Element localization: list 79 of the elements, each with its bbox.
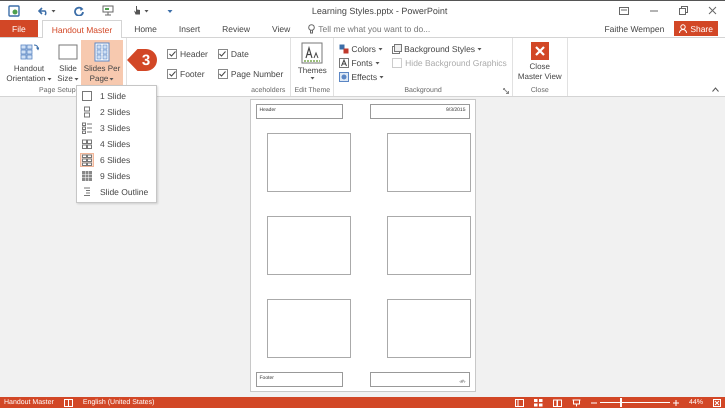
menu-item[interactable]: 4 Slides: [77, 136, 156, 152]
menu-item[interactable]: 3 Slides: [77, 120, 156, 136]
ribbon-tab[interactable]: View: [262, 20, 300, 37]
checkbox-option[interactable]: Page Number: [218, 64, 284, 84]
caret-icon: [74, 76, 79, 81]
colors-icon: [339, 44, 350, 54]
themes-icon: [301, 42, 324, 64]
caret-icon: [378, 47, 383, 51]
checkbox[interactable]: [167, 49, 177, 59]
caret-icon: [310, 76, 315, 80]
customize-icon[interactable]: [167, 8, 173, 14]
ribbon-button[interactable]: Slide Size: [55, 40, 81, 86]
close-master-view-button[interactable]: Close Master View: [516, 40, 564, 86]
ribbon-menu-button[interactable]: Colors: [339, 42, 384, 56]
slides-grid-icon: [94, 42, 110, 62]
lightbulb-icon: [308, 24, 316, 34]
redo-icon[interactable]: [74, 6, 84, 16]
presentation-icon[interactable]: [102, 5, 114, 16]
notes-icon[interactable]: [64, 398, 73, 406]
effects-icon: [339, 72, 350, 82]
collapse-ribbon-icon[interactable]: [712, 87, 719, 92]
ribbon-menu-button[interactable]: Background Styles: [392, 42, 507, 56]
touch-icon[interactable]: [132, 5, 142, 16]
check-icon: [168, 51, 176, 57]
close-icon[interactable]: [708, 6, 717, 15]
ribbon-button[interactable]: Slides Per Page: [81, 40, 123, 86]
checkbox[interactable]: [167, 69, 177, 79]
caret-icon: [477, 47, 482, 51]
zoom-in-icon[interactable]: [672, 400, 679, 406]
fit-slide-icon[interactable]: [713, 398, 721, 406]
ribbon-tab[interactable]: Insert: [168, 20, 210, 37]
menu-item[interactable]: Slide Outline: [77, 184, 156, 200]
normal-view-icon[interactable]: [514, 398, 524, 406]
caret-icon: [109, 76, 114, 81]
caret-icon: [46, 76, 52, 81]
check-icon: [219, 71, 226, 77]
caret-icon: [379, 75, 384, 79]
background-styles-icon: [392, 44, 402, 54]
menu-item[interactable]: 6 Slides: [77, 152, 156, 168]
ribbon-tab[interactable]: Home: [124, 20, 167, 37]
touch-caret-icon: [144, 8, 149, 12]
checkbox-option[interactable]: Date: [218, 44, 284, 64]
person-icon: [679, 24, 688, 33]
ribbon-display-icon[interactable]: [619, 6, 629, 14]
ribbon-menu-button[interactable]: Fonts: [339, 56, 384, 70]
restore-icon[interactable]: [679, 6, 688, 15]
menu-item[interactable]: 2 Slides: [77, 104, 156, 120]
slide-size-icon: [58, 42, 78, 62]
tell-me-field[interactable]: Tell me what you want to do...: [318, 24, 430, 34]
close-x-icon: [530, 42, 549, 60]
user-name[interactable]: Faithe Wempen: [604, 20, 664, 37]
slide-sorter-icon[interactable]: [534, 398, 543, 406]
window-title: Learning Styles.pptx - PowerPoint: [312, 6, 448, 16]
file-tab[interactable]: File: [0, 20, 38, 37]
font-icon: [339, 58, 350, 68]
ribbon-button[interactable]: Themes: [294, 40, 330, 86]
menu-item[interactable]: 9 Slides: [77, 168, 156, 184]
undo-caret-icon: [51, 8, 56, 12]
checkbox-option[interactable]: Header: [167, 44, 208, 64]
check-icon: [168, 71, 176, 77]
handout-orientation-icon: [19, 42, 39, 62]
ribbon-tab[interactable]: Handout Master: [42, 20, 122, 38]
dialog-launcher-icon[interactable]: [502, 88, 509, 94]
menu-item[interactable]: 1 Slide: [77, 88, 156, 104]
slide-show-icon[interactable]: [572, 398, 581, 406]
slider-thumb[interactable]: [620, 398, 622, 407]
share-button[interactable]: Share: [674, 21, 718, 36]
ribbon-tab[interactable]: Review: [212, 20, 260, 37]
checkbox-option[interactable]: Footer: [167, 64, 208, 84]
zoom-out-icon[interactable]: [590, 400, 597, 406]
ribbon-button[interactable]: Handout Orientation: [3, 40, 55, 86]
checkbox[interactable]: [218, 69, 228, 79]
ribbon-menu-button[interactable]: Effects: [339, 70, 384, 84]
save-icon[interactable]: [8, 4, 20, 16]
checkbox[interactable]: [218, 49, 228, 59]
reading-view-icon[interactable]: [552, 398, 562, 406]
check-icon: [219, 51, 226, 57]
caret-icon: [374, 61, 380, 65]
undo-icon[interactable]: [38, 6, 49, 16]
